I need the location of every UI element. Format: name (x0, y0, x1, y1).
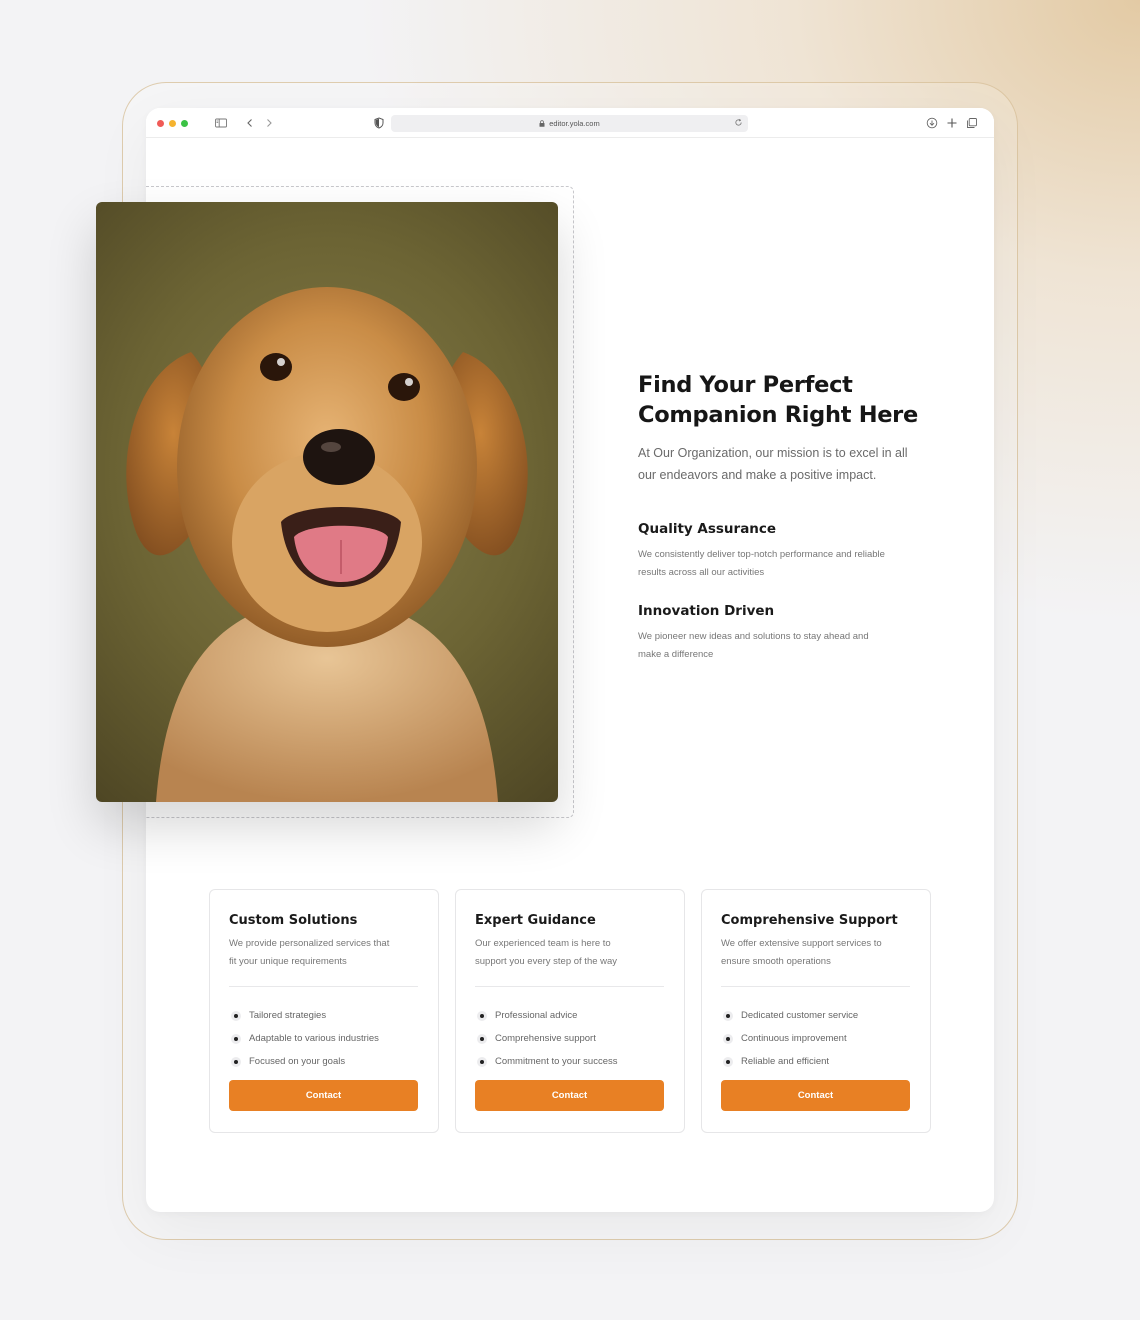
list-item: Tailored strategies (231, 1004, 431, 1027)
card-description-line: ensure smooth operations (721, 956, 831, 967)
card-divider (475, 986, 664, 987)
bullet-dot-icon (723, 1033, 733, 1044)
list-item-label: Adaptable to various industries (249, 1033, 379, 1044)
card-title: Expert Guidance (475, 913, 596, 928)
address-bar[interactable]: editor.yola.com (391, 115, 748, 132)
service-card-expert-guidance: Expert Guidance Our experienced team is … (455, 889, 685, 1133)
list-item: Comprehensive support (477, 1027, 677, 1050)
shield-icon[interactable] (372, 116, 386, 130)
lock-icon (539, 120, 545, 127)
service-card-custom-solutions: Custom Solutions We provide personalized… (209, 889, 439, 1133)
list-item-label: Dedicated customer service (741, 1010, 859, 1021)
list-item-label: Professional advice (495, 1010, 578, 1021)
card-description: We offer extensive support services to e… (721, 935, 913, 971)
feature-text-line: We consistently deliver top-notch perfor… (638, 549, 885, 560)
bullet-dot-icon (723, 1010, 733, 1021)
list-item: Focused on your goals (231, 1050, 431, 1073)
hero-description-line: our endeavors and make a positive impact… (638, 468, 877, 482)
card-description-line: We provide personalized services that (229, 938, 390, 949)
list-item: Dedicated customer service (723, 1004, 923, 1027)
hero-title-line: Find Your Perfect (638, 372, 853, 398)
hero-title: Find Your Perfect Companion Right Here (638, 370, 958, 430)
card-description: Our experienced team is here to support … (475, 935, 667, 971)
card-description-line: fit your unique requirements (229, 956, 347, 967)
bullet-dot-icon (477, 1033, 487, 1044)
card-description-line: support you every step of the way (475, 956, 618, 967)
card-feature-list: Professional advice Comprehensive suppor… (477, 1004, 677, 1073)
bullet-dot-icon (231, 1056, 241, 1067)
list-item: Commitment to your success (477, 1050, 677, 1073)
tabs-overview-icon[interactable] (965, 116, 979, 130)
close-window-button[interactable] (157, 120, 164, 127)
list-item: Adaptable to various industries (231, 1027, 431, 1050)
feature-text-innovation: We pioneer new ideas and solutions to st… (638, 628, 928, 664)
new-tab-icon[interactable] (945, 116, 959, 130)
list-item-label: Continuous improvement (741, 1033, 847, 1044)
card-feature-list: Tailored strategies Adaptable to various… (231, 1004, 431, 1073)
puppy-photo[interactable] (96, 202, 558, 802)
zoom-window-button[interactable] (181, 120, 188, 127)
feature-title-quality: Quality Assurance (638, 521, 777, 537)
card-description-line: Our experienced team is here to (475, 938, 611, 949)
list-item: Continuous improvement (723, 1027, 923, 1050)
card-feature-list: Dedicated customer service Continuous im… (723, 1004, 923, 1073)
card-description-line: We offer extensive support services to (721, 938, 882, 949)
card-divider (721, 986, 910, 987)
list-item: Reliable and efficient (723, 1050, 923, 1073)
list-item-label: Focused on your goals (249, 1056, 346, 1067)
card-title: Comprehensive Support (721, 913, 898, 928)
list-item-label: Tailored strategies (249, 1010, 327, 1021)
bullet-dot-icon (231, 1033, 241, 1044)
forward-icon[interactable] (262, 116, 276, 130)
sidebar-icon[interactable] (214, 116, 228, 130)
service-card-comprehensive-support: Comprehensive Support We offer extensive… (701, 889, 931, 1133)
url-text: editor.yola.com (549, 119, 600, 128)
hero-description: At Our Organization, our mission is to e… (638, 442, 928, 486)
browser-toolbar: editor.yola.com (146, 108, 994, 138)
contact-button[interactable]: Contact (229, 1080, 418, 1111)
bullet-dot-icon (477, 1056, 487, 1067)
reload-icon[interactable] (734, 118, 745, 129)
contact-button[interactable]: Contact (721, 1080, 910, 1111)
download-icon[interactable] (925, 116, 939, 130)
bullet-dot-icon (477, 1010, 487, 1021)
hero-description-line: At Our Organization, our mission is to e… (638, 446, 908, 460)
card-description: We provide personalized services that fi… (229, 935, 421, 971)
list-item-label: Reliable and efficient (741, 1056, 830, 1067)
feature-title-innovation: Innovation Driven (638, 603, 775, 619)
bullet-dot-icon (723, 1056, 733, 1067)
contact-button[interactable]: Contact (475, 1080, 664, 1111)
feature-text-line: We pioneer new ideas and solutions to st… (638, 631, 869, 642)
list-item-label: Comprehensive support (495, 1033, 596, 1044)
minimize-window-button[interactable] (169, 120, 176, 127)
back-icon[interactable] (243, 116, 257, 130)
card-title: Custom Solutions (229, 913, 358, 928)
hero-title-line: Companion Right Here (638, 402, 918, 428)
list-item-label: Commitment to your success (495, 1056, 618, 1067)
bullet-dot-icon (231, 1010, 241, 1021)
feature-text-line: results across all our activities (638, 567, 765, 578)
list-item: Professional advice (477, 1004, 677, 1027)
feature-text-quality: We consistently deliver top-notch perfor… (638, 546, 928, 582)
card-divider (229, 986, 418, 987)
feature-text-line: make a difference (638, 649, 714, 660)
